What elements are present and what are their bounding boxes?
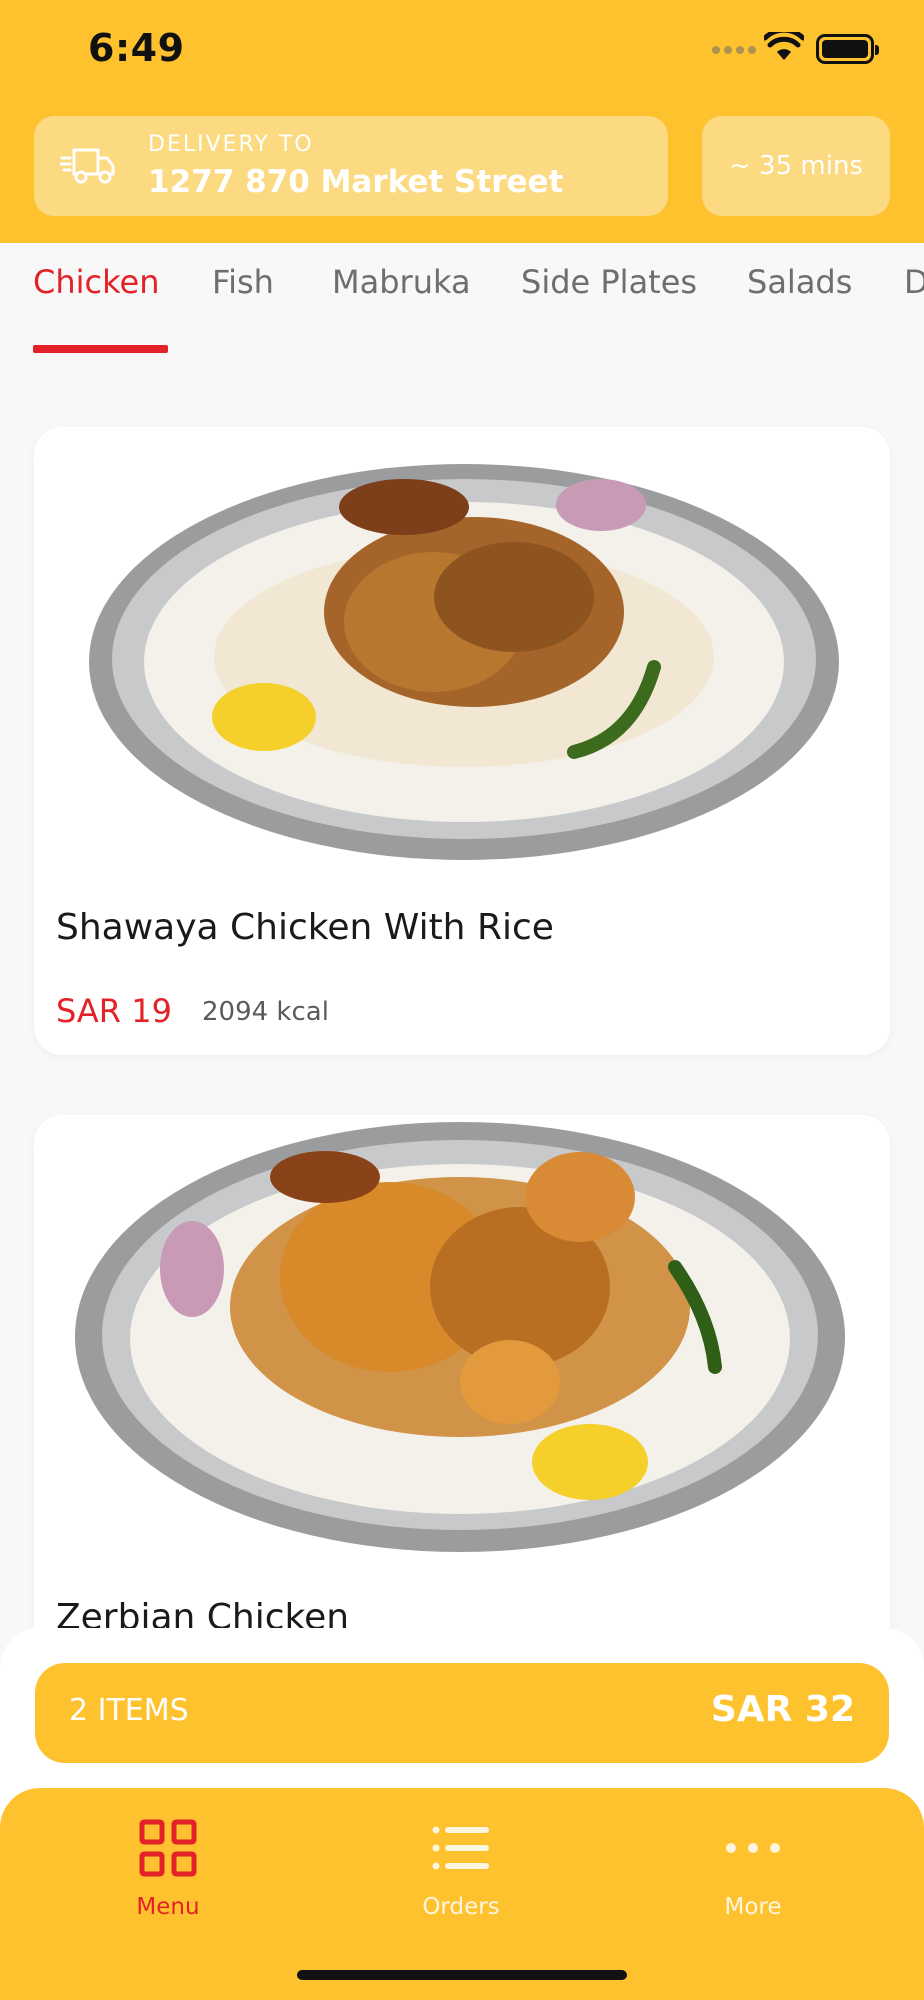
delivery-label: DELIVERY TO bbox=[148, 132, 314, 157]
more-dots-icon bbox=[726, 1843, 780, 1853]
grid-icon bbox=[139, 1819, 197, 1877]
tab-salads[interactable]: Salads bbox=[747, 263, 852, 301]
nav-orders-label: Orders bbox=[422, 1894, 500, 1920]
view-cart-button[interactable]: 2 ITEMS SAR 32 bbox=[35, 1663, 889, 1763]
category-tabs: Chicken Fish Mabruka Side Plates Salads … bbox=[0, 243, 924, 353]
home-indicator bbox=[297, 1970, 627, 1980]
menu-item-price: SAR 19 bbox=[56, 992, 172, 1030]
cart-item-count: 2 ITEMS bbox=[69, 1693, 189, 1728]
menu-item-title: Shawaya Chicken With Rice bbox=[56, 907, 554, 948]
nav-menu[interactable]: Menu bbox=[58, 1818, 278, 1920]
status-time: 6:49 bbox=[88, 26, 185, 70]
tab-truncated[interactable]: D bbox=[904, 263, 924, 301]
dish-image bbox=[89, 464, 839, 860]
nav-orders[interactable]: Orders bbox=[351, 1818, 571, 1920]
nav-more[interactable]: More bbox=[643, 1818, 863, 1920]
active-tab-indicator bbox=[33, 345, 168, 353]
tab-side-plates[interactable]: Side Plates bbox=[521, 263, 697, 301]
delivery-eta[interactable]: ~ 35 mins bbox=[702, 116, 890, 216]
menu-item-card[interactable]: Shawaya Chicken With Rice SAR 19 2094 kc… bbox=[34, 427, 890, 1055]
nav-menu-label: Menu bbox=[136, 1894, 200, 1920]
nav-more-label: More bbox=[724, 1894, 782, 1920]
wifi-icon bbox=[764, 32, 804, 60]
cart-total: SAR 32 bbox=[710, 1689, 855, 1730]
delivery-truck-icon bbox=[60, 148, 115, 184]
list-icon bbox=[432, 1826, 489, 1870]
delivery-address: 1277 870 Market Street bbox=[148, 164, 564, 200]
delivery-address-button[interactable]: DELIVERY TO 1277 870 Market Street bbox=[34, 116, 668, 216]
cellular-signal-icon bbox=[712, 46, 756, 54]
battery-icon bbox=[816, 34, 879, 64]
menu-item-card[interactable]: Zerbian Chicken bbox=[34, 1115, 890, 1715]
tab-fish[interactable]: Fish bbox=[212, 263, 274, 301]
menu-item-calories: 2094 kcal bbox=[202, 997, 329, 1027]
bottom-tab-bar: Menu Orders More bbox=[0, 1788, 924, 2000]
tab-chicken[interactable]: Chicken bbox=[33, 263, 159, 301]
tab-mabruka[interactable]: Mabruka bbox=[332, 263, 471, 301]
dish-image bbox=[75, 1122, 845, 1552]
